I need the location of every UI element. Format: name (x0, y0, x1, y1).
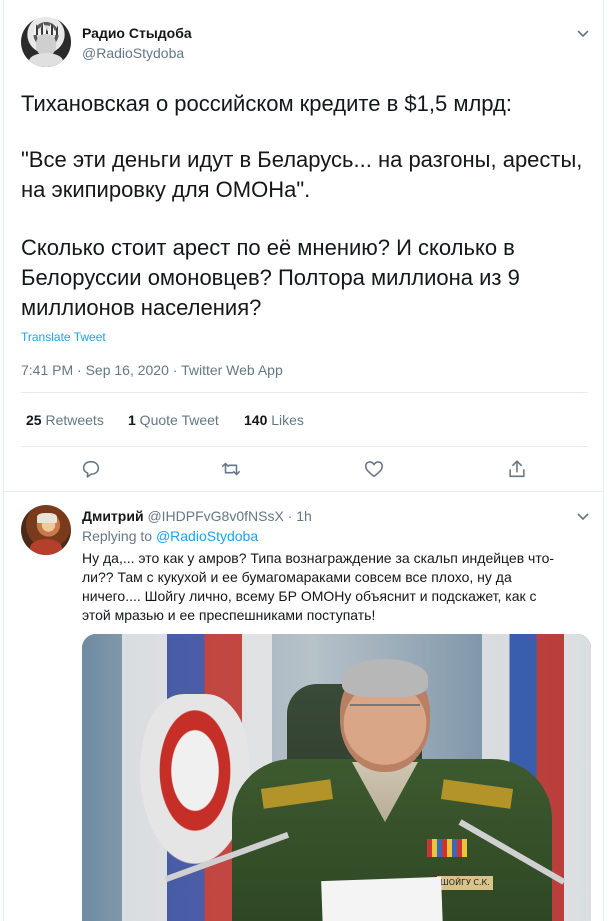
statue-body-graphic (29, 53, 63, 67)
share-icon[interactable] (506, 458, 528, 480)
attached-photo[interactable]: ШОЙГУ С.К. (82, 634, 591, 921)
author-name[interactable]: Радио Стыдоба (82, 25, 192, 41)
tweet-text-line: Сколько стоит арест по её мнению? И скол… (21, 235, 515, 260)
tweet-thread: Радио Стыдоба @RadioStydoba Тихановская … (3, 0, 604, 921)
tweet-text-line: "Все эти деньги идут в Беларусь... на ра… (21, 147, 583, 172)
reply-author[interactable]: Дмитрий @IHDPFvG8v0fNSsX · 1h (82, 508, 312, 524)
tweet-timestamp[interactable]: 7:41 PM · Sep 16, 2020 · Twitter Web App (21, 362, 283, 378)
avatar-shirt-graphic (30, 539, 62, 555)
reply-icon[interactable] (80, 458, 102, 480)
avatar[interactable] (21, 17, 71, 67)
reply-text-line: ли?? Там с кукухой и ее бумагомараками с… (82, 569, 512, 585)
replying-to: Replying to @RadioStydoba (82, 528, 258, 544)
quote-label: Quote Tweet (135, 412, 219, 428)
avatar-hat-graphic (37, 513, 57, 523)
quote-count: 1 (128, 412, 136, 428)
quote-tweets-stat[interactable]: 1 Quote Tweet (128, 412, 219, 428)
replying-to-link[interactable]: @RadioStydoba (156, 528, 258, 544)
glasses-graphic (350, 704, 420, 716)
chevron-down-icon[interactable] (577, 27, 589, 39)
avatar[interactable] (21, 505, 71, 555)
hair-graphic (342, 659, 428, 697)
retweet-icon[interactable] (220, 458, 242, 480)
tweet-text-line: миллионов населения? (21, 295, 262, 320)
tweet-text-line: на экипировку для ОМОНа". (21, 177, 311, 202)
reply-text: Ну да,... это как у амров? Типа вознагра… (82, 549, 594, 625)
like-icon[interactable] (363, 458, 385, 480)
medal-ribbons-graphic (427, 839, 467, 857)
main-tweet: Радио Стыдоба @RadioStydoba Тихановская … (4, 0, 603, 492)
replying-prefix: Replying to (82, 528, 156, 544)
nameplate: ШОЙГУ С.К. (437, 876, 493, 890)
translate-tweet-link[interactable]: Translate Tweet (21, 330, 106, 344)
retweets-stat[interactable]: 25 Retweets (26, 412, 104, 428)
chevron-down-icon[interactable] (577, 510, 589, 522)
tweet-text-line: Белоруссии омоновцев? Полтора миллиона и… (21, 265, 520, 290)
tweet-stats: 25 Retweets 1 Quote Tweet 140 Likes (21, 392, 588, 447)
reply-text-line: этой мразью и ее преспешниками поступать… (82, 607, 376, 623)
reply-text-line: ничего.... Шойгу лично, всему БР ОМОНу о… (82, 588, 537, 604)
likes-stat[interactable]: 140 Likes (244, 412, 304, 428)
likes-label: Likes (267, 412, 304, 428)
retweets-label: Retweets (41, 412, 104, 428)
author-handle-time[interactable]: @IHDPFvG8v0fNSsX · 1h (144, 508, 311, 524)
author-name[interactable]: Дмитрий (82, 508, 144, 524)
reply-text-line: Ну да,... это как у амров? Типа вознагра… (82, 550, 555, 566)
paper-graphic (321, 876, 443, 921)
tweet-text-line: Тихановская о российском кредите в $1,5 … (21, 91, 512, 116)
reply-tweet: Дмитрий @IHDPFvG8v0fNSsX · 1h Replying t… (4, 493, 603, 921)
likes-count: 140 (244, 412, 268, 428)
author-handle[interactable]: @RadioStydoba (82, 45, 184, 61)
retweets-count: 25 (26, 412, 42, 428)
